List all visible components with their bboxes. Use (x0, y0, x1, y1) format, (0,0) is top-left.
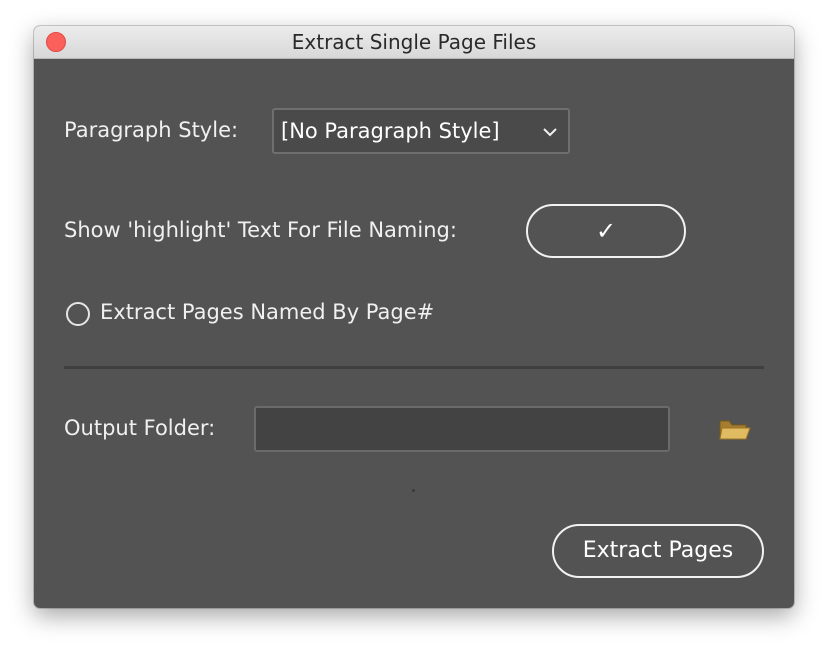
paragraph-style-dropdown[interactable]: [No Paragraph Style] (272, 108, 570, 154)
extract-pages-button[interactable]: Extract Pages (552, 524, 764, 578)
checkmark-icon: ✓ (595, 217, 617, 245)
section-divider (64, 366, 764, 369)
window-title: Extract Single Page Files (291, 30, 537, 54)
dialog-window: Extract Single Page Files Paragraph Styl… (34, 26, 794, 608)
close-icon[interactable] (46, 32, 66, 52)
highlight-toggle-button[interactable]: ✓ (526, 204, 686, 258)
page-number-radio[interactable] (66, 302, 90, 326)
output-folder-label: Output Folder: (64, 416, 216, 440)
paragraph-style-label: Paragraph Style: (64, 118, 239, 142)
paragraph-style-value: [No Paragraph Style] (281, 119, 500, 143)
highlight-text-label: Show 'highlight' Text For File Naming: (64, 218, 457, 242)
folder-icon[interactable] (718, 418, 752, 442)
output-folder-field[interactable] (254, 406, 670, 452)
page-number-radio-label[interactable]: Extract Pages Named By Page# (100, 300, 434, 324)
title-bar[interactable]: Extract Single Page Files (34, 26, 794, 59)
separator-dot (412, 489, 415, 492)
chevron-down-icon (542, 110, 558, 152)
